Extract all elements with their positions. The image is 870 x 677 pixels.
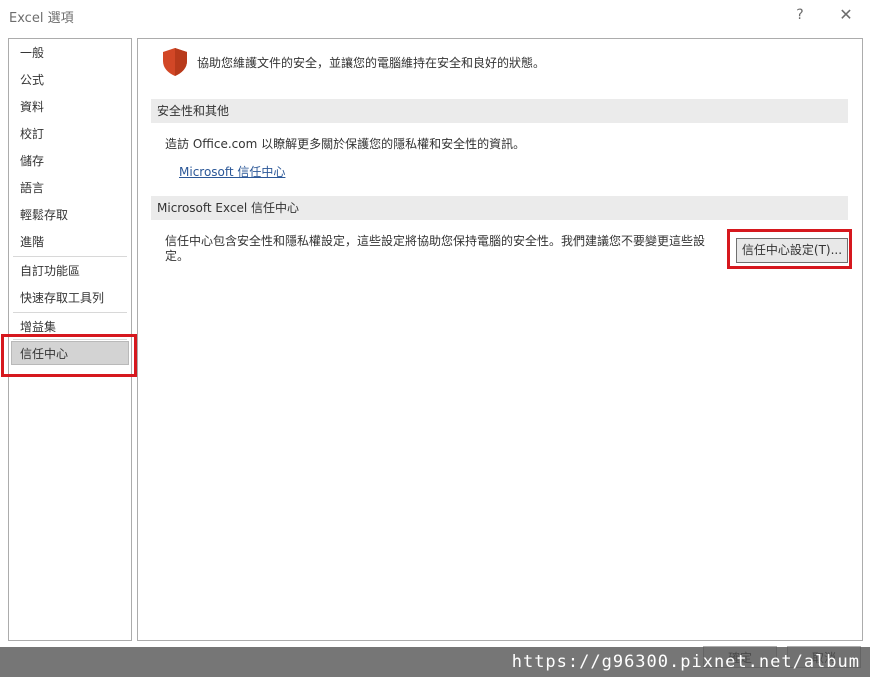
microsoft-trust-center-link[interactable]: Microsoft 信任中心	[179, 163, 285, 180]
trust-center-description-line2: 定。	[165, 249, 190, 263]
sidebar-item-save[interactable]: 儲存	[9, 149, 131, 173]
window-title: Excel 選項	[9, 11, 74, 26]
shield-icon	[163, 48, 187, 76]
sidebar-item-quick-access-toolbar[interactable]: 快速存取工具列	[9, 286, 131, 310]
sidebar-item-advanced[interactable]: 進階	[9, 230, 131, 254]
section-header-privacy: 安全性和其他	[151, 99, 848, 123]
intro-text: 協助您維護文件的安全，並讓您的電腦維持在安全和良好的狀態。	[197, 56, 546, 70]
sidebar-item-formulas[interactable]: 公式	[9, 68, 131, 92]
watermark-text: https://g96300.pixnet.net/album	[511, 652, 860, 672]
privacy-description: 造訪 Office.com 以瞭解更多關於保護您的隱私權和安全性的資訊。	[165, 137, 526, 151]
trust-center-description-line1: 信任中心包含安全性和隱私權設定，這些設定將協助您保持電腦的安全性。我們建議您不要…	[165, 234, 706, 248]
sidebar-item-general[interactable]: 一般	[9, 41, 131, 65]
close-button[interactable]: ✕	[836, 5, 856, 25]
sidebar-item-customize-ribbon[interactable]: 自訂功能區	[9, 259, 131, 283]
title-bar: Excel 選項 ? ✕	[0, 0, 870, 32]
sidebar-item-data[interactable]: 資料	[9, 95, 131, 119]
trust-center-panel: 協助您維護文件的安全，並讓您的電腦維持在安全和良好的狀態。 安全性和其他 造訪 …	[137, 38, 863, 641]
help-button[interactable]: ?	[790, 5, 810, 25]
sidebar-divider	[13, 256, 127, 257]
button-highlight-annotation	[727, 229, 852, 269]
sidebar-item-accessibility[interactable]: 輕鬆存取	[9, 203, 131, 227]
sidebar-item-language[interactable]: 語言	[9, 176, 131, 200]
sidebar-divider	[13, 312, 127, 313]
sidebar-item-proofing[interactable]: 校訂	[9, 122, 131, 146]
sidebar-highlight-annotation	[1, 334, 137, 377]
section-header-trust-center: Microsoft Excel 信任中心	[151, 196, 848, 220]
